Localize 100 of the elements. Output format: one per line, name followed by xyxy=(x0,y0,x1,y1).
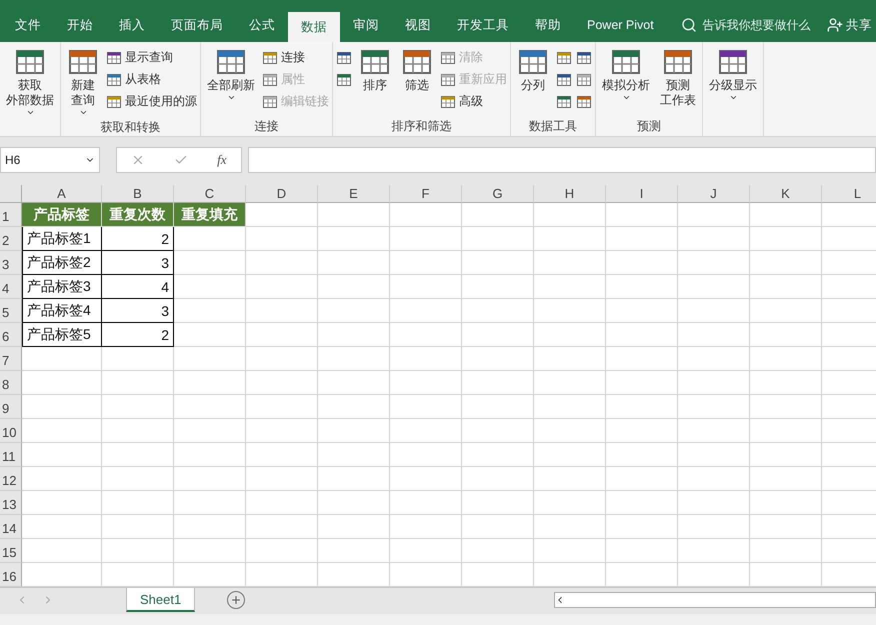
table-icon xyxy=(576,50,592,66)
table-cell: 3 xyxy=(102,299,174,323)
ribbon-tab[interactable]: 插入 xyxy=(106,8,158,42)
caret-icon xyxy=(78,108,88,117)
table-icon xyxy=(336,72,352,88)
table-cell: 产品标签4 xyxy=(22,299,102,323)
row-header[interactable]: 15 xyxy=(0,539,22,563)
ribbon-button[interactable]: 显示查询 xyxy=(106,48,197,67)
row-header[interactable]: 10 xyxy=(0,419,22,443)
group-label: 数据工具 xyxy=(528,118,578,135)
add-sheet-button[interactable] xyxy=(227,591,246,609)
group-label: 预测 xyxy=(636,118,662,135)
ribbon-button[interactable]: 高级 xyxy=(440,92,507,111)
ribbon-button[interactable]: 从表格 xyxy=(106,70,197,89)
column-header[interactable]: J xyxy=(678,185,750,203)
table-icon xyxy=(262,94,278,110)
table-cell: 产品标签3 xyxy=(22,275,102,299)
table-cell: 产品标签2 xyxy=(22,251,102,275)
caret-icon xyxy=(728,93,738,102)
table-cell: 产品标签1 xyxy=(22,227,102,251)
column-header[interactable]: H xyxy=(534,185,606,203)
caret-icon xyxy=(226,93,236,102)
row-header[interactable]: 5 xyxy=(0,299,22,323)
header-cell: 重复填充 xyxy=(174,203,246,227)
caret-icon xyxy=(26,108,34,117)
column-header[interactable]: F xyxy=(390,185,462,203)
group-label: 连接 xyxy=(254,118,280,135)
ribbon-button[interactable]: 新建 查询 xyxy=(64,44,102,119)
column-header[interactable]: C xyxy=(174,185,246,203)
ribbon-button[interactable]: 排序 xyxy=(356,44,394,118)
header-cell: 重复次数 xyxy=(102,203,174,227)
row-header[interactable]: 6 xyxy=(0,323,22,347)
row-header[interactable]: 9 xyxy=(0,395,22,419)
row-header[interactable]: 3 xyxy=(0,251,22,275)
ribbon-tab[interactable]: 页面布局 xyxy=(158,8,236,42)
row-header[interactable]: 16 xyxy=(0,563,22,587)
ribbon-tab[interactable]: 公式 xyxy=(236,8,288,42)
person-icon xyxy=(827,17,843,33)
plus-icon xyxy=(230,594,242,606)
table-icon xyxy=(556,94,572,110)
table-cell: 3 xyxy=(102,251,174,275)
table-cell: 2 xyxy=(102,227,174,251)
ribbon-button[interactable]: 最近使用的源 xyxy=(106,92,197,111)
table-icon xyxy=(106,50,122,66)
ribbon-tab[interactable]: 帮助 xyxy=(522,8,574,42)
column-header[interactable]: I xyxy=(606,185,678,203)
row-header[interactable]: 4 xyxy=(0,275,22,299)
ribbon-button[interactable]: 模拟分析 xyxy=(599,44,653,118)
row-header[interactable]: 7 xyxy=(0,347,22,371)
column-header[interactable]: E xyxy=(318,185,390,203)
ribbon-tab[interactable]: 开发工具 xyxy=(444,8,522,42)
formula-input[interactable] xyxy=(248,147,876,173)
ribbon-button[interactable]: 连接 xyxy=(262,48,329,67)
table-cell: 2 xyxy=(102,323,174,347)
table-icon xyxy=(106,94,122,110)
column-header[interactable]: L xyxy=(822,185,876,203)
table-icon xyxy=(106,72,122,88)
row-header[interactable]: 14 xyxy=(0,515,22,539)
name-box[interactable]: H6 xyxy=(0,147,100,173)
column-header[interactable]: B xyxy=(102,185,174,203)
group-label: 排序和筛选 xyxy=(390,118,452,135)
table-cell: 4 xyxy=(102,275,174,299)
table-icon xyxy=(440,72,456,88)
table-icon xyxy=(576,94,592,110)
caret-icon xyxy=(622,93,630,102)
column-header[interactable]: G xyxy=(462,185,534,203)
ribbon-tab[interactable]: 文件 xyxy=(2,8,54,42)
ribbon-button[interactable]: 预测 工作表 xyxy=(657,44,699,118)
column-header[interactable]: A xyxy=(22,185,102,203)
ribbon-tab[interactable]: 审阅 xyxy=(340,8,392,42)
table-icon xyxy=(556,50,572,66)
insert-function-button[interactable]: fx xyxy=(217,152,227,168)
ribbon-button[interactable]: 获取 外部数据 xyxy=(3,44,57,119)
share-button[interactable]: 共享 xyxy=(846,16,872,34)
ribbon-tab[interactable]: 数据 xyxy=(288,12,340,42)
column-header[interactable]: K xyxy=(750,185,822,203)
search-icon xyxy=(680,17,697,33)
ribbon-button[interactable]: 分级显示 xyxy=(706,44,760,118)
horizontal-scrollbar[interactable] xyxy=(554,592,876,608)
ribbon-button[interactable]: 分列 xyxy=(514,44,552,118)
ribbon-tab[interactable]: Power Pivot xyxy=(574,8,667,42)
row-header[interactable]: 12 xyxy=(0,467,22,491)
row-header[interactable]: 13 xyxy=(0,491,22,515)
table-icon xyxy=(576,72,592,88)
ribbon-button[interactable]: 全部刷新 xyxy=(204,44,258,118)
row-header[interactable]: 2 xyxy=(0,227,22,251)
ribbon-tab[interactable]: 开始 xyxy=(54,8,106,42)
row-header[interactable]: 8 xyxy=(0,371,22,395)
table-icon xyxy=(336,50,352,66)
row-header[interactable]: 11 xyxy=(0,443,22,467)
header-cell: 产品标签 xyxy=(22,203,102,227)
sheet-tab[interactable]: Sheet1 xyxy=(126,588,196,612)
group-label: 获取和转换 xyxy=(100,119,162,136)
search-field[interactable]: 告诉我你想要做什么 xyxy=(702,16,811,34)
ribbon-button[interactable]: 筛选 xyxy=(398,44,436,118)
row-header[interactable]: 1 xyxy=(0,203,22,227)
table-icon xyxy=(556,72,572,88)
ribbon-tab[interactable]: 视图 xyxy=(392,8,444,42)
table-cell: 产品标签5 xyxy=(22,323,102,347)
column-header[interactable]: D xyxy=(246,185,318,203)
